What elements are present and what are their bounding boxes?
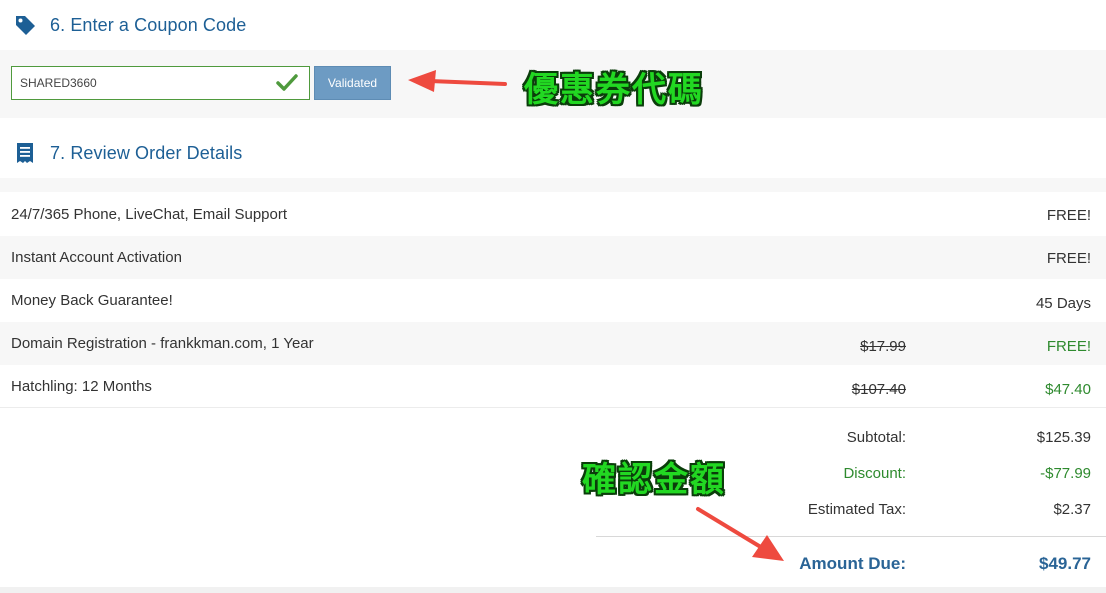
subtotal-value: $125.39 <box>1036 429 1091 446</box>
order-item-price: FREE! <box>1046 250 1091 267</box>
order-row: Instant Account Activation FREE! <box>0 236 1106 279</box>
bottom-strip <box>0 587 1106 593</box>
coupon-section-title: 6. Enter a Coupon Code <box>50 14 247 35</box>
review-top-strip <box>0 178 1106 192</box>
order-item-description: Domain Registration - frankkman.com, 1 Y… <box>11 335 314 352</box>
order-item-original-price: $107.40 <box>851 381 906 398</box>
amount-due-label: Amount Due: <box>799 554 906 573</box>
discount-value: -$77.99 <box>1040 465 1091 482</box>
tax-value: $2.37 <box>1053 501 1091 518</box>
amount-due-value: $49.77 <box>1039 554 1091 573</box>
coupon-arrow-icon <box>408 70 507 92</box>
row-divider <box>0 407 1106 408</box>
order-item-description: Money Back Guarantee! <box>11 292 173 309</box>
coupon-code-input[interactable] <box>11 66 310 100</box>
order-item-price: FREE! <box>1046 338 1091 355</box>
tag-icon <box>12 12 38 38</box>
order-row: Money Back Guarantee! 45 Days <box>0 279 1106 322</box>
order-item-description: 24/7/365 Phone, LiveChat, Email Support <box>11 206 288 223</box>
order-row: Domain Registration - frankkman.com, 1 Y… <box>0 322 1106 365</box>
order-item-price: $47.40 <box>1045 381 1091 398</box>
order-item-price: FREE! <box>1046 207 1091 224</box>
order-item-description: Hatchling: 12 Months <box>11 378 152 395</box>
amount-annotation: 確認金額 <box>582 460 726 500</box>
discount-label: Discount: <box>843 465 906 482</box>
order-item-original-price: $17.99 <box>860 338 906 355</box>
amount-arrow-icon <box>696 507 784 561</box>
coupon-annotation: 優惠券代碼 <box>524 70 704 110</box>
review-section-title: 7. Review Order Details <box>50 142 243 163</box>
order-item-description: Instant Account Activation <box>11 249 182 266</box>
checkmark-icon <box>276 74 298 92</box>
validated-button[interactable]: Validated <box>314 66 391 100</box>
review-section-header: 7. Review Order Details <box>0 128 1106 178</box>
amount-due-divider <box>596 536 1106 537</box>
tax-label: Estimated Tax: <box>807 501 906 518</box>
order-row: Hatchling: 12 Months $107.40 $47.40 <box>0 365 1106 408</box>
subtotal-label: Subtotal: <box>846 429 906 446</box>
coupon-section-header: 6. Enter a Coupon Code <box>0 0 1106 50</box>
order-item-price: 45 Days <box>1035 295 1091 312</box>
order-row: 24/7/365 Phone, LiveChat, Email Support … <box>0 193 1106 236</box>
receipt-icon <box>12 140 38 166</box>
